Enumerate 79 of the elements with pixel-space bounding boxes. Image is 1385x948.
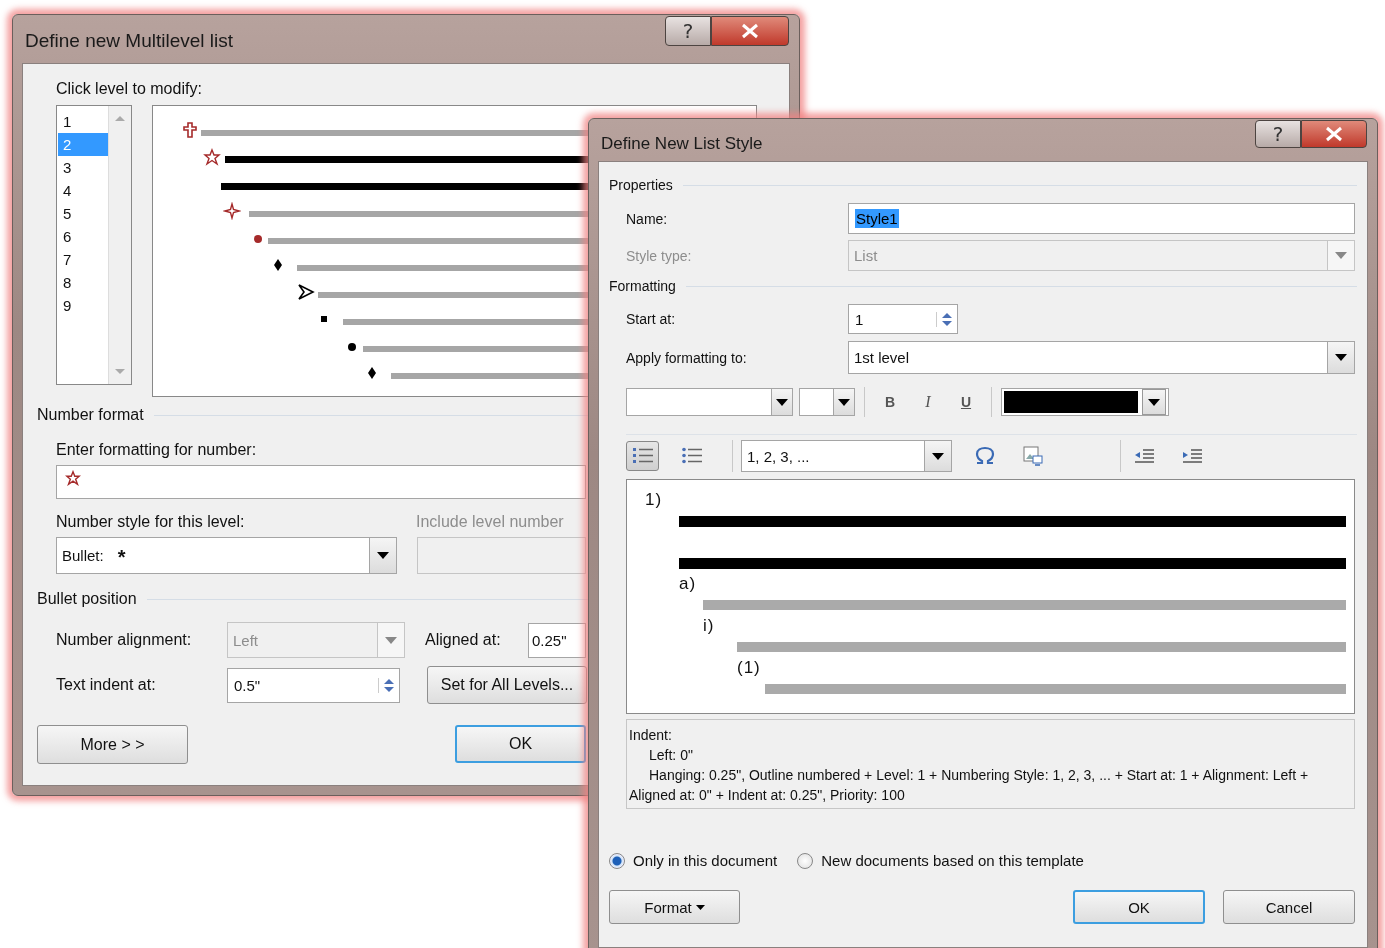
list-number: (1) (737, 658, 761, 678)
caret-icon (695, 904, 705, 910)
window-title: Define new Multilevel list (24, 29, 234, 52)
level-item[interactable]: 7 (58, 248, 108, 271)
ok-button[interactable]: OK (1073, 890, 1205, 924)
style-dropdown[interactable]: Bullet: * (56, 537, 397, 574)
section-heading: Bullet position (37, 590, 137, 608)
level-item[interactable]: 3 (58, 156, 108, 179)
description-text: Left: 0" (648, 746, 694, 765)
field-label: Name: (626, 210, 669, 227)
bulleted-list-icon (680, 446, 703, 466)
close-button[interactable] (711, 16, 789, 46)
italic-button[interactable]: I (912, 388, 944, 416)
list-number: a) (679, 574, 697, 594)
sparkle-icon (223, 202, 241, 220)
bullet-symbol: * (117, 546, 126, 569)
apply-formatting-dropdown[interactable]: 1st level (848, 341, 1355, 374)
field-label: Start at: (626, 311, 677, 327)
font-color-dropdown[interactable] (1001, 388, 1169, 416)
indent-spinner[interactable]: 0.5" (227, 667, 400, 703)
field-label: Text indent at: (56, 676, 157, 694)
window-title: Define New List Style (600, 134, 763, 154)
number-style-dropdown[interactable]: 1, 2, 3, ... (741, 440, 952, 472)
level-item[interactable]: 4 (58, 179, 108, 202)
field-label: Style type: (626, 247, 693, 264)
close-button[interactable] (1301, 120, 1367, 148)
level-item[interactable]: 8 (58, 271, 108, 294)
field-label: Aligned at: (425, 631, 502, 649)
start-at-spinner[interactable]: 1 (848, 304, 958, 334)
radio-button[interactable] (609, 852, 625, 869)
description-text: Hanging: 0.25", Outline numbered + Level: 1 + Numbering Style: 1, 2, 3, ... + Start at: 1 + Alignment: Left + Aligned at: 0" + Indent at: 0.25", Priority: 100 (629, 766, 1310, 805)
font-dropdown[interactable] (626, 388, 793, 416)
ok-button[interactable]: OK (455, 725, 586, 763)
set-for-all-levels-button[interactable]: Set for All Levels... (427, 666, 587, 704)
arrowhead-icon (297, 283, 315, 301)
help-button[interactable]: ? (665, 16, 711, 46)
font-size-dropdown[interactable] (799, 388, 855, 416)
numbered-list-icon (631, 446, 654, 466)
close-icon (1324, 126, 1344, 142)
increase-indent-icon[interactable] (1181, 448, 1203, 464)
format-field[interactable] (56, 465, 586, 499)
star-icon (203, 148, 221, 166)
level-number-field[interactable] (417, 537, 586, 574)
level-list[interactable]: 1 2 3 4 5 6 7 8 9 (56, 105, 132, 385)
decrease-indent-icon[interactable] (1133, 448, 1155, 464)
section-heading: Formatting (609, 278, 676, 294)
numbered-list-button[interactable] (626, 441, 659, 471)
aligned-at-field[interactable]: 0.25" (528, 622, 586, 658)
bold-button[interactable]: B (874, 388, 906, 416)
field-label: Apply formatting to: (626, 349, 748, 366)
description-text: Indent: (629, 726, 673, 745)
cancel-button[interactable]: Cancel (1223, 890, 1355, 924)
radio-button[interactable] (797, 852, 814, 869)
star-icon (65, 470, 81, 486)
omega-icon[interactable] (974, 446, 996, 466)
field-label: Click level to modify: (56, 79, 202, 99)
level-item[interactable]: 5 (58, 202, 108, 225)
dropdown-value: Bullet: (62, 547, 104, 564)
level-item[interactable]: 6 (58, 225, 108, 248)
name-field[interactable]: Style1 (848, 203, 1355, 234)
more-button[interactable]: More > > (37, 725, 188, 764)
section-heading: Number format (37, 406, 144, 424)
format-menu-button[interactable]: Format (609, 890, 740, 924)
help-button[interactable]: ? (1255, 120, 1301, 148)
level-item[interactable]: 9 (58, 294, 108, 317)
picture-icon[interactable] (1022, 445, 1044, 467)
cross-icon (181, 121, 199, 139)
section-heading: Properties (609, 177, 673, 193)
level-item[interactable]: 1 (58, 110, 108, 133)
close-icon (740, 23, 760, 39)
field-label: Number alignment: (56, 631, 193, 649)
list-number: i) (703, 616, 715, 636)
spinner-arrows-icon (378, 677, 395, 693)
field-label: Include level number (416, 513, 564, 531)
field-label: Number style for this level: (56, 513, 246, 531)
spinner-arrows-icon (936, 311, 953, 327)
field-label: Enter formatting for number: (56, 441, 257, 459)
underline-button[interactable]: U (950, 388, 982, 416)
list-number: 1) (645, 490, 663, 510)
